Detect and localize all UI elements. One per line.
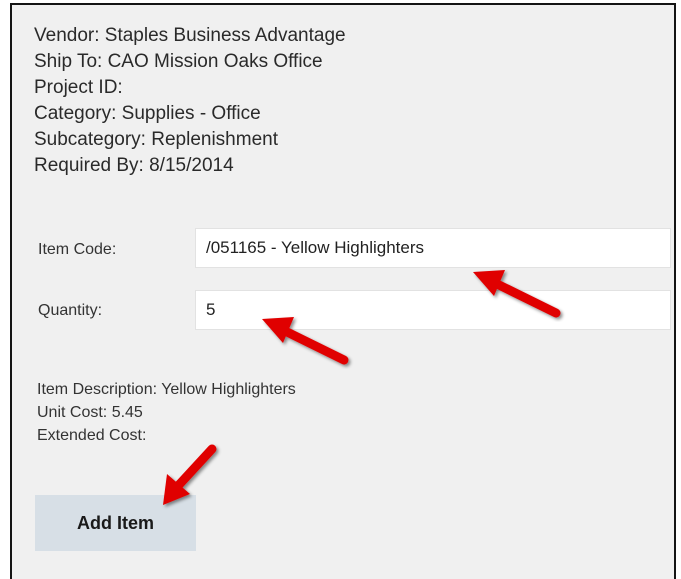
ship-to-text: Ship To: CAO Mission Oaks Office [34, 51, 323, 72]
vendor-text: Vendor: Staples Business Advantage [34, 25, 346, 46]
quantity-label: Quantity: [38, 302, 103, 319]
extended-cost-text: Extended Cost: [37, 427, 147, 444]
unit-cost-text: Unit Cost: 5.45 [37, 404, 143, 421]
item-code-input[interactable] [195, 228, 671, 268]
item-details: Item Description: Yellow Highlighters Un… [37, 378, 296, 447]
item-entry-panel: Vendor: Staples Business Advantage Ship … [10, 3, 676, 579]
add-item-button[interactable]: Add Item [35, 495, 196, 551]
item-code-label: Item Code: [38, 241, 117, 258]
order-info: Vendor: Staples Business Advantage Ship … [34, 23, 346, 179]
category-text: Category: Supplies - Office [34, 103, 261, 124]
quantity-input[interactable] [195, 290, 671, 330]
subcategory-text: Subcategory: Replenishment [34, 129, 278, 150]
item-description-text: Item Description: Yellow Highlighters [37, 381, 296, 398]
required-by-text: Required By: 8/15/2014 [34, 155, 234, 176]
project-id-text: Project ID: [34, 77, 123, 98]
